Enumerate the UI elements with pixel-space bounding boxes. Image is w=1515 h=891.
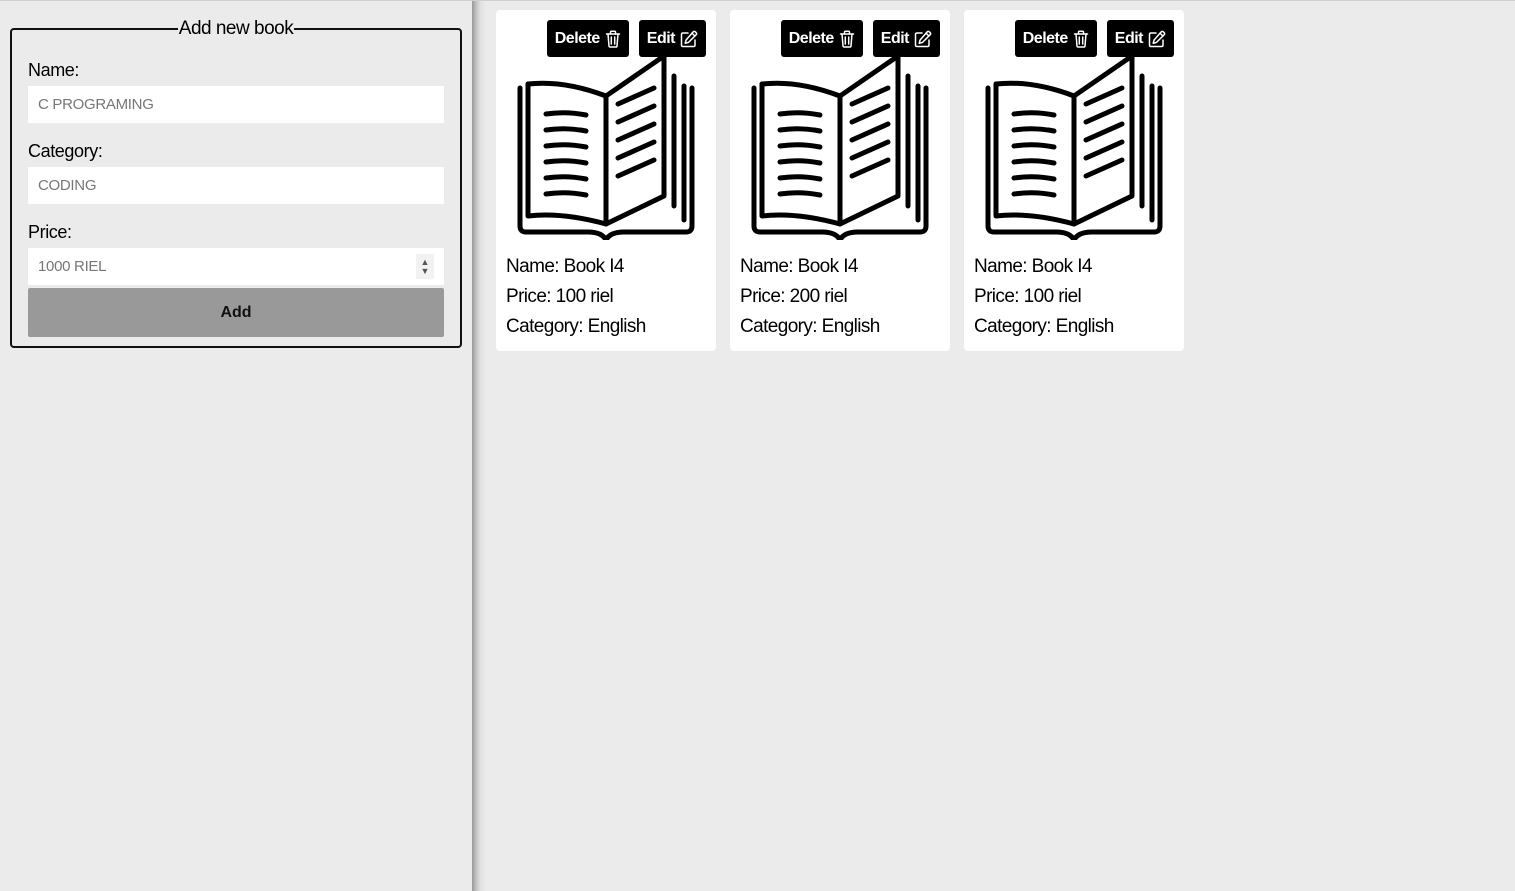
book-name-value: Book I4 (797, 256, 859, 277)
price-stepper[interactable]: ▲ ▼ (416, 254, 434, 279)
book-category-value: English (1055, 316, 1115, 337)
price-label: Price: (28, 222, 72, 242)
category-prefix: Category: (506, 316, 588, 337)
pencil-square-icon (914, 30, 932, 47)
price-input[interactable] (28, 248, 408, 285)
book-category: Category: English (506, 312, 646, 342)
open-book-icon (985, 56, 1163, 240)
name-prefix: Name: (974, 256, 1032, 277)
pencil-square-icon (1148, 30, 1166, 47)
book-price-value: 200 riel (789, 286, 848, 307)
book-price-value: 100 riel (555, 286, 614, 307)
add-book-form: Add new book Name: Category: Price: ▲ ▼ … (10, 18, 462, 348)
category-prefix: Category: (974, 316, 1056, 337)
price-prefix: Price: (974, 286, 1024, 307)
name-label: Name: (28, 60, 80, 80)
book-category: Category: English (974, 312, 1114, 342)
book-name: Name: Book I4 (506, 252, 646, 282)
book-card: Delete Edit (730, 10, 950, 351)
book-price-value: 100 riel (1023, 286, 1082, 307)
book-price: Price: 100 riel (974, 282, 1114, 312)
book-name: Name: Book I4 (974, 252, 1114, 282)
form-legend: Add new book (178, 18, 294, 39)
edit-button-label: Edit (646, 29, 676, 47)
price-prefix: Price: (506, 286, 556, 307)
stepper-down-icon[interactable]: ▼ (421, 266, 430, 276)
delete-button[interactable]: Delete (546, 20, 629, 57)
name-prefix: Name: (506, 256, 564, 277)
trash-icon (605, 29, 621, 48)
delete-button[interactable]: Delete (1014, 20, 1097, 57)
book-list: Delete Edit Name: Book I4 Price: 100 rie… (496, 10, 1184, 351)
add-button[interactable]: Add (28, 288, 444, 337)
name-input[interactable] (28, 86, 444, 123)
delete-button-label: Delete (788, 29, 835, 47)
panel-divider (472, 1, 486, 891)
price-field: ▲ ▼ (28, 248, 444, 285)
open-book-icon (751, 56, 929, 240)
delete-button-label: Delete (554, 29, 601, 47)
category-input[interactable] (28, 167, 444, 204)
book-name: Name: Book I4 (740, 252, 880, 282)
book-card: Delete Edit (496, 10, 716, 351)
edit-button[interactable]: Edit (638, 20, 706, 57)
card-actions: Delete Edit (546, 20, 706, 57)
delete-button[interactable]: Delete (780, 20, 863, 57)
category-label: Category: (28, 141, 103, 161)
book-category-value: English (821, 316, 881, 337)
price-prefix: Price: (740, 286, 790, 307)
book-price: Price: 100 riel (506, 282, 646, 312)
card-info: Name: Book I4 Price: 200 riel Category: … (740, 252, 880, 342)
delete-button-label: Delete (1022, 29, 1069, 47)
open-book-icon (517, 56, 695, 240)
edit-button[interactable]: Edit (872, 20, 940, 57)
card-actions: Delete Edit (1014, 20, 1174, 57)
book-price: Price: 200 riel (740, 282, 880, 312)
name-prefix: Name: (740, 256, 798, 277)
trash-icon (1073, 29, 1089, 48)
book-category-value: English (587, 316, 647, 337)
pencil-square-icon (680, 30, 698, 47)
card-actions: Delete Edit (780, 20, 940, 57)
category-prefix: Category: (740, 316, 822, 337)
edit-button-label: Edit (1114, 29, 1144, 47)
edit-button-label: Edit (880, 29, 910, 47)
card-info: Name: Book I4 Price: 100 riel Category: … (506, 252, 646, 342)
left-panel: Add new book Name: Category: Price: ▲ ▼ … (0, 1, 472, 891)
book-name-value: Book I4 (563, 256, 625, 277)
book-category: Category: English (740, 312, 880, 342)
page: Add new book Name: Category: Price: ▲ ▼ … (0, 0, 1515, 891)
edit-button[interactable]: Edit (1106, 20, 1174, 57)
book-name-value: Book I4 (1031, 256, 1093, 277)
trash-icon (839, 29, 855, 48)
card-info: Name: Book I4 Price: 100 riel Category: … (974, 252, 1114, 342)
book-card: Delete Edit (964, 10, 1184, 351)
